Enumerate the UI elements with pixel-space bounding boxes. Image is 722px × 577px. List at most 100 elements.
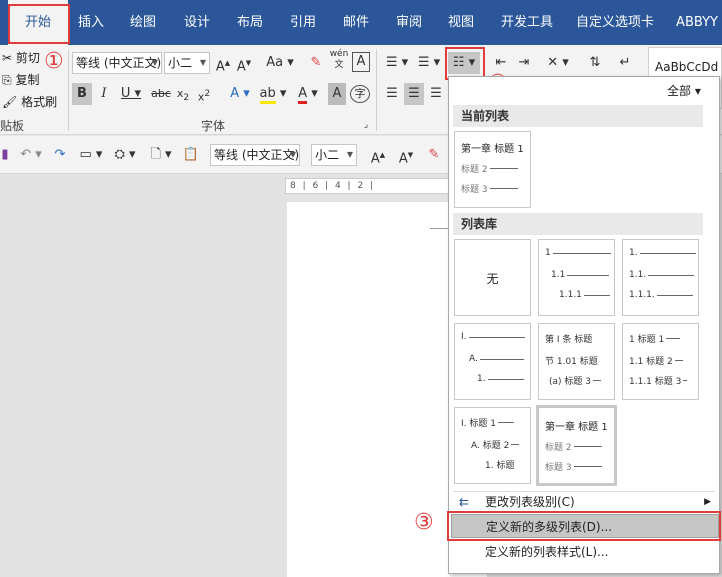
tab-mailings[interactable]: 邮件 xyxy=(335,0,377,45)
tab-developer[interactable]: 开发工具 xyxy=(495,0,559,45)
annotation-3: ③ xyxy=(414,510,434,535)
list-library-tile[interactable]: I. 标题 1 A. 标题 2 1. 标题 xyxy=(454,407,531,484)
tile-line: 标题 3 xyxy=(545,460,602,473)
tile-line: 1. xyxy=(629,248,696,258)
filter-dropdown[interactable]: 全部 ▾ xyxy=(667,82,701,99)
chevron-down-icon: ▼ xyxy=(151,58,158,67)
tile-line: 1.1. xyxy=(629,270,695,280)
tab-draw[interactable]: 绘图 xyxy=(122,0,164,45)
tile-line: 1 xyxy=(545,248,611,258)
undo-icon[interactable]: ↶ ▾ xyxy=(16,144,46,166)
list-library-tile[interactable]: 第 I 条 标题 节 1.01 标题 (a) 标题 3 xyxy=(538,323,615,400)
paste-icon[interactable]: 📋 xyxy=(182,144,200,166)
qat-clear-format-icon[interactable]: ✎ xyxy=(424,144,444,166)
document-icon[interactable]: 🗋 ▾ xyxy=(146,144,176,166)
font-color-button[interactable]: A ▾ xyxy=(293,83,323,105)
highlight-color-button[interactable]: ab ▾ xyxy=(258,83,288,105)
font-name-combo[interactable]: 等线 (中文正文) ▼ xyxy=(72,52,162,74)
change-case-button[interactable]: Aa ▾ xyxy=(262,52,298,74)
form-field-icon[interactable]: ▭ ▾ xyxy=(76,144,106,166)
tile-line: I. 标题 1 xyxy=(461,416,514,429)
qat-font-size-combo[interactable]: 小二 ▼ xyxy=(311,144,357,166)
list-library-tile[interactable]: 1 1.1 1.1.1 xyxy=(538,239,615,316)
multilevel-list-dropdown: 全部 ▾ 当前列表 第一章 标题 1 标题 2 标题 3 列表库 无 1 1.1… xyxy=(448,76,720,574)
style-preview-normal[interactable]: AaBbCcDd xyxy=(649,48,721,74)
chinese-layout-button[interactable]: ✕ ▾ xyxy=(543,52,573,74)
list-library-header: 列表库 xyxy=(453,213,703,235)
horizontal-ruler: 8 | 6 | 4 | 2 | xyxy=(285,178,455,194)
cut-button[interactable]: ✂ 剪切 xyxy=(2,49,40,66)
tile-line: 1.1 xyxy=(551,270,610,280)
ribbon-tab-bar: 开始 插入 绘图 设计 布局 引用 邮件 审阅 视图 开发工具 自定义选项卡 A… xyxy=(0,0,722,45)
list-library-tile-selected[interactable]: 第一章 标题 1 标题 2 标题 3 xyxy=(536,405,617,486)
increase-indent-icon[interactable]: ⇥ xyxy=(513,52,535,74)
font-color-icon: A xyxy=(298,86,308,104)
underline-button[interactable]: U ▾ xyxy=(116,83,146,105)
tile-line: A. 标题 2 xyxy=(471,438,520,451)
tile-line: 节 1.01 标题 xyxy=(545,357,598,367)
tile-line: I. xyxy=(461,332,525,342)
tab-abbyy[interactable]: ABBYY xyxy=(672,0,722,45)
shrink-font-icon[interactable]: A▼ xyxy=(234,52,254,74)
list-library-none-tile[interactable]: 无 xyxy=(454,239,531,316)
highlight-define-new-multilevel xyxy=(447,511,721,541)
tab-review[interactable]: 审阅 xyxy=(388,0,430,45)
tile-line: A. xyxy=(469,354,524,364)
align-center-icon[interactable]: ☰ xyxy=(404,83,424,105)
annotation-1: ① xyxy=(44,49,64,74)
text-effects-button[interactable]: A ▾ xyxy=(226,83,254,105)
grow-font-icon[interactable]: A▲ xyxy=(213,52,233,74)
clear-format-icon[interactable]: ✎ xyxy=(306,52,326,74)
show-marks-icon[interactable]: ↵ xyxy=(615,52,635,74)
scissors-icon: ✂ xyxy=(2,51,13,65)
current-list-tile[interactable]: 第一章 标题 1 标题 2 标题 3 xyxy=(454,131,531,208)
font-size-combo[interactable]: 小二 ▼ xyxy=(164,52,210,74)
bold-button[interactable]: B xyxy=(72,83,92,105)
tile-line: 1.1.1 标题 3 xyxy=(629,374,688,387)
chevron-down-icon: ▼ xyxy=(346,150,353,159)
font-group-label: 字体 xyxy=(201,119,226,133)
italic-button[interactable]: I xyxy=(95,83,113,105)
tile-line: (a) 标题 3 xyxy=(549,374,601,387)
format-painter-button[interactable]: 🖌 格式刷 xyxy=(2,93,57,110)
qat-shrink-font-icon[interactable]: A▼ xyxy=(396,144,416,166)
tab-view[interactable]: 视图 xyxy=(440,0,482,45)
tile-line: 1.1 标题 2 xyxy=(629,354,683,367)
sort-icon[interactable]: ⇅ xyxy=(585,52,605,74)
tile-line: 第 I 条 标题 xyxy=(545,335,593,345)
list-library-tile[interactable]: 1. 1.1. 1.1.1. xyxy=(622,239,699,316)
align-right-icon[interactable]: ☰ xyxy=(426,83,446,105)
char-border-icon[interactable]: A xyxy=(352,52,370,72)
phonetic-guide-icon[interactable]: wén 文 xyxy=(328,49,350,71)
highlighter-icon: ab xyxy=(259,86,276,104)
tile-line: 第一章 标题 1 xyxy=(461,144,524,155)
enclose-char-icon[interactable]: 字 xyxy=(350,85,370,103)
tile-line: 标题 2 xyxy=(545,440,602,453)
qat-grow-font-icon[interactable]: A▲ xyxy=(368,144,388,166)
tab-references[interactable]: 引用 xyxy=(282,0,324,45)
superscript-button[interactable]: x2 xyxy=(195,83,213,105)
define-new-list-style-item[interactable]: 定义新的列表样式(L)... xyxy=(451,540,719,564)
qat-font-name-combo[interactable]: 等线 (中文正文) ▼ xyxy=(210,144,300,166)
numbering-button[interactable]: ☰ ▾ xyxy=(414,52,444,74)
tab-design[interactable]: 设计 xyxy=(176,0,218,45)
save-icon[interactable]: ▮ xyxy=(0,144,10,166)
chevron-down-icon: ▼ xyxy=(289,150,296,159)
char-shading-icon[interactable]: A xyxy=(328,83,346,105)
redo-icon[interactable]: ↷ xyxy=(50,144,70,166)
list-library-tile[interactable]: 1 标题 1 1.1 标题 2 1.1.1 标题 3 xyxy=(622,323,699,400)
tab-custom[interactable]: 自定义选项卡 xyxy=(572,0,658,45)
subscript-button[interactable]: x2 xyxy=(174,83,192,105)
paint-icon[interactable]: ⛭ ▾ xyxy=(110,144,140,166)
tile-line: 1.1.1 xyxy=(559,290,610,300)
strikethrough-button[interactable]: abc xyxy=(150,83,172,105)
dialog-launcher-icon[interactable]: ⌟ xyxy=(360,119,372,131)
tab-insert[interactable]: 插入 xyxy=(70,0,112,45)
bullets-button[interactable]: ☰ ▾ xyxy=(382,52,412,74)
align-left-icon[interactable]: ☰ xyxy=(382,83,402,105)
chevron-down-icon: ▾ xyxy=(694,84,701,98)
copy-button[interactable]: ⎘ 复制 xyxy=(2,71,39,88)
list-library-tile[interactable]: I. A. 1. xyxy=(454,323,531,400)
current-list-header: 当前列表 xyxy=(453,105,703,127)
tab-layout[interactable]: 布局 xyxy=(229,0,271,45)
